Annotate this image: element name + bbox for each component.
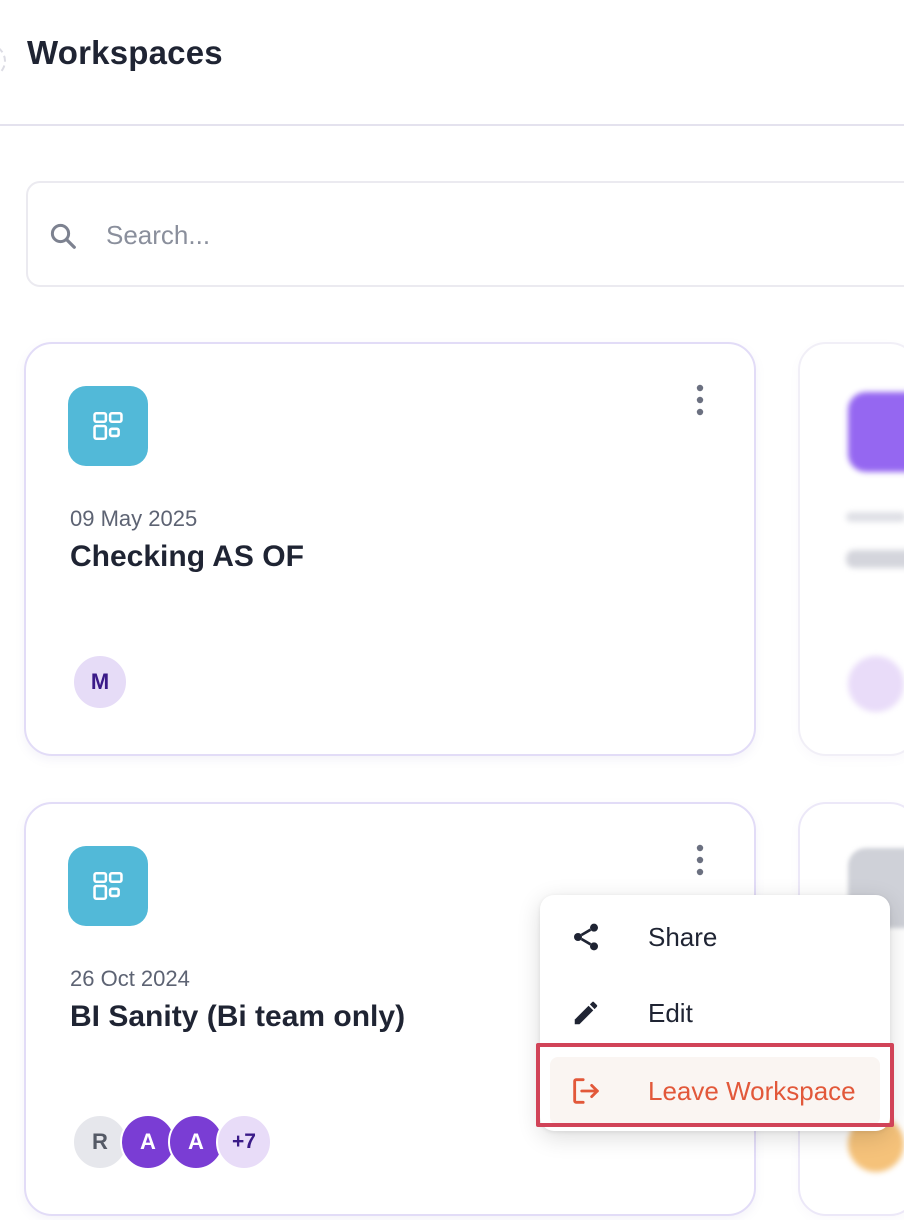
workspace-name[interactable]: BI Sanity (Bi team only) xyxy=(70,1000,405,1034)
workspace-icon xyxy=(848,392,904,472)
member-avatars: R A A +7 xyxy=(72,1114,272,1172)
menu-item-label: Leave Workspace xyxy=(648,1075,856,1106)
workspace-date: 26 Oct 2024 xyxy=(70,966,190,991)
workspaces-page: Workspaces 09 May 2025 Checking xyxy=(0,0,904,1220)
workspace-context-menu: Share Edit Leave Workspace xyxy=(540,895,890,1131)
workspace-date: 09 May 2025 xyxy=(70,506,198,531)
member-avatars: M xyxy=(72,654,128,712)
edit-menu-item[interactable]: Edit xyxy=(550,979,880,1047)
blurred-text xyxy=(846,512,904,522)
avatar xyxy=(848,656,904,712)
more-options-button[interactable] xyxy=(682,840,718,880)
header: Workspaces xyxy=(0,0,904,126)
workspace-card[interactable]: 09 May 2025 Checking AS OF M xyxy=(24,342,756,756)
search-input[interactable] xyxy=(106,213,806,257)
more-members-badge: +7 xyxy=(216,1114,272,1170)
logout-icon xyxy=(568,1073,604,1109)
more-options-button[interactable] xyxy=(682,380,718,420)
search-icon xyxy=(50,223,76,249)
dashboard-grid-icon xyxy=(68,386,148,466)
share-menu-item[interactable]: Share xyxy=(550,903,880,971)
loading-ring-icon xyxy=(0,44,6,78)
pencil-icon xyxy=(568,995,604,1031)
workspace-name[interactable]: Checking AS OF xyxy=(70,540,304,574)
share-icon xyxy=(568,919,604,955)
avatar: M xyxy=(72,654,128,710)
dashboard-grid-icon xyxy=(68,846,148,926)
menu-item-label: Share xyxy=(648,921,718,952)
leave-workspace-menu-item[interactable]: Leave Workspace xyxy=(550,1057,880,1125)
workspace-card-partial xyxy=(798,342,904,756)
page-title: Workspaces xyxy=(27,34,223,71)
menu-item-label: Edit xyxy=(648,997,693,1028)
kebab-menu-icon xyxy=(696,384,704,416)
kebab-menu-icon xyxy=(696,844,704,876)
blurred-text xyxy=(846,550,904,568)
search-bar[interactable] xyxy=(26,181,904,287)
